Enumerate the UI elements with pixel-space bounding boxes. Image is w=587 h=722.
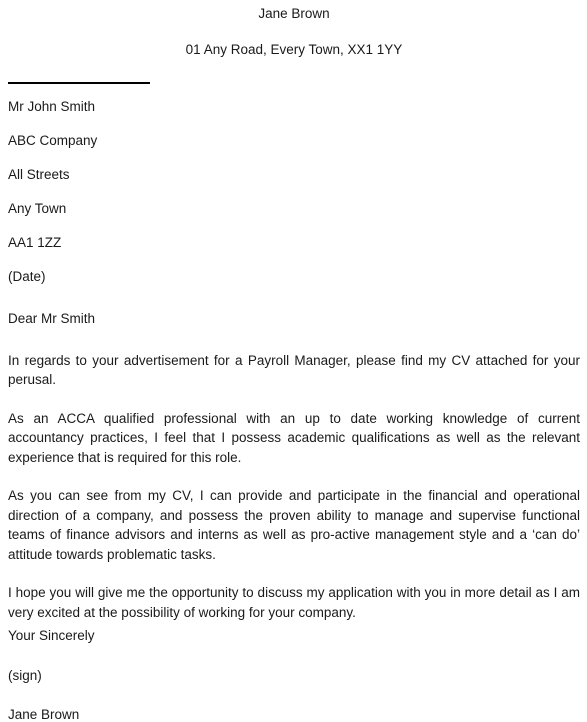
recipient-line-postcode: AA1 1ZZ [8, 235, 62, 250]
letter-closing: Your Sincerely (sign) Jane Brown [8, 629, 580, 722]
sender-address-heading: 01 Any Road, Every Town, XX1 1YY [185, 41, 403, 57]
recipient-line-company: ABC Company [8, 133, 98, 148]
body-paragraph-2: As an ACCA qualified professional with a… [8, 410, 580, 465]
letter-page: Jane Brown 01 Any Road, Every Town, XX1 … [0, 0, 587, 722]
sender-name-heading: Jane Brown [258, 6, 330, 21]
closing-sender-name: Jane Brown [8, 707, 80, 722]
divider-wrapper [8, 56, 580, 84]
salutation-line: Dear Mr Smith [8, 311, 96, 326]
body-paragraph-1: In regards to your advertisement for a P… [8, 352, 580, 388]
letter-date: (Date) [8, 269, 46, 284]
recipient-line-street: All Streets [8, 167, 70, 182]
sign-off-line: Your Sincerely [8, 628, 95, 643]
letterhead: Jane Brown 01 Any Road, Every Town, XX1 … [8, 0, 580, 56]
recipient-line-name: Mr John Smith [8, 99, 96, 114]
recipient-line-town: Any Town [8, 201, 67, 216]
horizontal-rule-divider [8, 82, 150, 84]
body-paragraph-3: As you can see from my CV, I can provide… [8, 488, 580, 562]
letter-body: In regards to your advertisement for a P… [8, 351, 580, 623]
signature-placeholder: (sign) [8, 667, 42, 683]
body-paragraph-4: I hope you will give me the opportunity … [8, 585, 580, 620]
recipient-address-block: Mr John Smith ABC Company All Streets An… [8, 100, 580, 284]
